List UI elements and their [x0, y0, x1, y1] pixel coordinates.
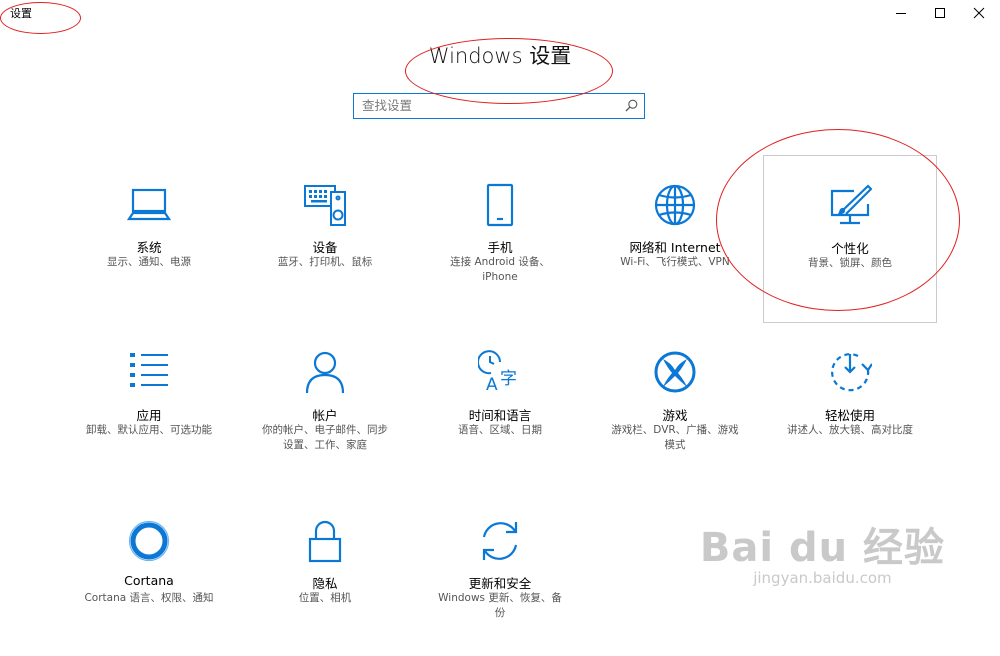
- tile-label: 手机: [487, 240, 513, 255]
- tile-description: 语音、区域、日期: [458, 424, 542, 436]
- tile-label: 游戏: [662, 408, 688, 423]
- tile-label: 个性化: [831, 241, 869, 256]
- close-button[interactable]: [956, 0, 1000, 26]
- tile-description: 位置、相机: [298, 592, 352, 604]
- tile-label: 隐私: [312, 576, 338, 591]
- lock-icon: [308, 520, 342, 563]
- tile-personalization[interactable]: 个性化 背景、锁屏、颜色: [763, 155, 937, 323]
- tile-description: Windows 更新、恢复、备份: [438, 592, 562, 619]
- tile-update-security[interactable]: 更新和安全 Windows 更新、恢复、备份: [415, 496, 585, 656]
- watermark: Bai du 经验 jingyan.baidu.com: [700, 515, 945, 587]
- tile-description: 游戏栏、DVR、广播、游戏 模式: [611, 424, 739, 451]
- globe-icon: [654, 184, 696, 226]
- tile-label: 帐户: [312, 408, 338, 423]
- paint-monitor-icon: [830, 184, 872, 225]
- tile-label: 系统: [136, 240, 162, 255]
- tile-label: Cortana: [124, 573, 174, 588]
- tile-description: 蓝牙、打印机、鼠标: [277, 256, 373, 268]
- tile-apps[interactable]: 应用 卸载、默认应用、可选功能: [64, 328, 234, 488]
- page-title: Windows 设置: [428, 44, 572, 68]
- keyboard-speaker-icon: [304, 185, 346, 226]
- tile-description: 卸载、默认应用、可选功能: [86, 424, 212, 436]
- tile-cortana[interactable]: Cortana Cortana 语言、权限、通知: [64, 496, 234, 656]
- tile-label: 应用: [136, 408, 162, 423]
- tile-phone[interactable]: 手机 连接 Android 设备、 iPhone: [415, 160, 585, 320]
- tile-label: 网络和 Internet: [629, 240, 721, 255]
- tile-description: 背景、锁屏、颜色: [808, 257, 892, 269]
- search-icon[interactable]: [625, 99, 638, 112]
- sync-arrows-icon: [482, 522, 518, 560]
- tile-accounts[interactable]: 帐户 你的帐户、电子邮件、同步 设置、工作、家庭: [240, 328, 410, 488]
- search-box[interactable]: [353, 93, 645, 119]
- phone-icon: [486, 183, 514, 227]
- tile-description: 显示、通知、电源: [107, 256, 191, 268]
- cortana-ring-icon: [128, 520, 170, 562]
- svg-text:A: A: [486, 375, 498, 394]
- tile-description: 你的帐户、电子邮件、同步 设置、工作、家庭: [262, 424, 388, 451]
- tile-label: 轻松使用: [824, 408, 875, 423]
- ease-of-access-icon: [831, 353, 872, 392]
- app-title: 设置: [10, 7, 32, 20]
- tile-label: 时间和语言: [468, 408, 532, 423]
- person-icon: [305, 351, 345, 394]
- laptop-icon: [127, 188, 171, 221]
- tile-gaming[interactable]: 游戏 游戏栏、DVR、广播、游戏 模式: [590, 328, 760, 488]
- maximize-icon: [935, 8, 945, 18]
- title-bar: 设置: [0, 0, 1000, 28]
- svg-text:字: 字: [500, 369, 517, 389]
- list-icon: [130, 353, 168, 387]
- tile-devices[interactable]: 设备 蓝牙、打印机、鼠标: [240, 160, 410, 320]
- tile-description: Wi-Fi、飞行模式、VPN: [620, 256, 730, 268]
- close-icon: [973, 7, 985, 19]
- tile-description: Cortana 语言、权限、通知: [84, 592, 214, 604]
- search-input[interactable]: [362, 94, 624, 117]
- clock-language-icon: A 字: [478, 350, 517, 394]
- watermark-brand: Bai du 经验: [699, 525, 945, 571]
- tile-privacy[interactable]: 隐私 位置、相机: [240, 496, 410, 656]
- tile-system[interactable]: 系统 显示、通知、电源: [64, 160, 234, 320]
- tile-ease-of-access[interactable]: 轻松使用 讲述人、放大镜、高对比度: [765, 328, 935, 488]
- minimize-icon: [896, 13, 906, 14]
- tile-description: 讲述人、放大镜、高对比度: [787, 424, 913, 436]
- tile-label: 更新和安全: [468, 576, 532, 591]
- tile-label: 设备: [312, 240, 338, 255]
- tile-network[interactable]: 网络和 Internet Wi-Fi、飞行模式、VPN: [590, 160, 760, 320]
- xbox-icon: [654, 351, 696, 393]
- tile-description: 连接 Android 设备、 iPhone: [450, 256, 550, 283]
- tile-time-language[interactable]: A 字 时间和语言 语音、区域、日期: [415, 328, 585, 488]
